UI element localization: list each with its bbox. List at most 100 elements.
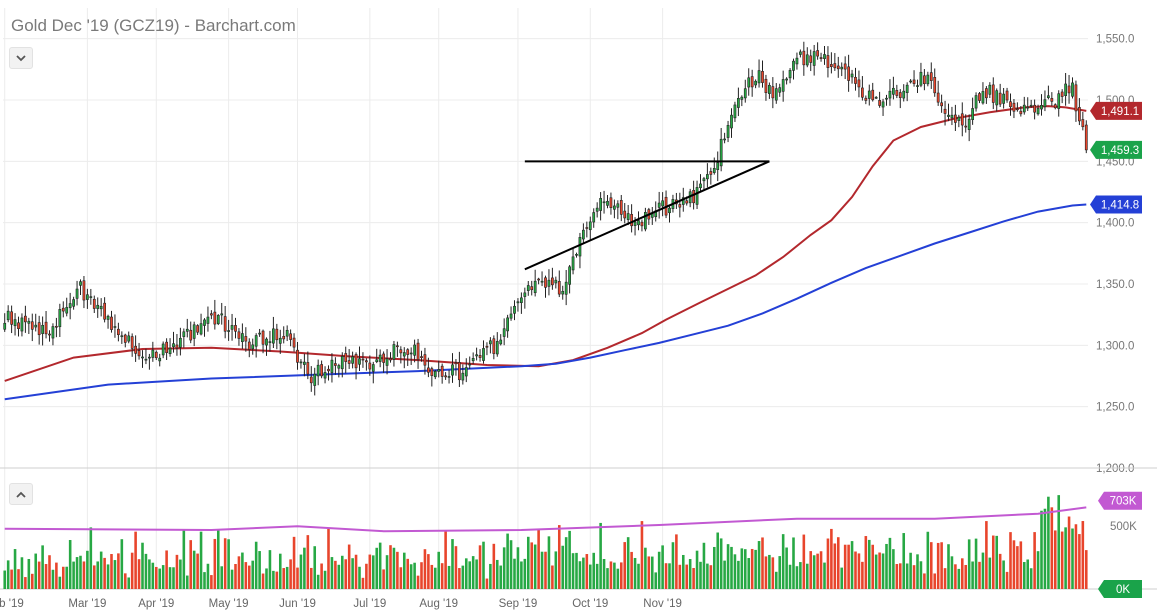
- candle: [292, 333, 296, 352]
- volume-bar: [475, 559, 478, 589]
- volume-bar: [82, 561, 86, 589]
- candle-body: [58, 309, 62, 328]
- candle: [936, 80, 940, 106]
- candle: [699, 174, 702, 192]
- volume-bar: [230, 569, 234, 589]
- candle: [251, 338, 255, 355]
- volume-bar: [799, 562, 802, 589]
- volume-bar: [61, 566, 65, 589]
- candle: [826, 46, 830, 78]
- volume-bar: [702, 542, 706, 589]
- volume-bar: [433, 567, 437, 589]
- candle: [843, 56, 847, 80]
- volume-bar: [389, 545, 392, 589]
- candle-body: [716, 162, 720, 170]
- candle: [117, 322, 120, 342]
- candle: [447, 370, 451, 384]
- candle-body: [1074, 84, 1078, 112]
- candle: [492, 335, 496, 360]
- candle-body: [464, 367, 468, 377]
- volume-bar: [637, 563, 640, 589]
- volume-bar: [1040, 510, 1043, 589]
- candle: [726, 120, 730, 143]
- candle-body: [616, 203, 620, 208]
- volume-bar: [485, 578, 489, 589]
- candle-body: [657, 202, 661, 208]
- candle-body: [385, 358, 389, 366]
- candle-body: [130, 336, 134, 349]
- candle-body: [740, 96, 744, 100]
- candle: [41, 316, 44, 346]
- volume-bar: [888, 537, 892, 589]
- candle: [206, 306, 210, 332]
- volume-panel-collapse-button[interactable]: [9, 483, 33, 505]
- candle: [520, 292, 523, 314]
- candle-body: [203, 319, 206, 326]
- volume-bar: [1078, 534, 1081, 589]
- candle-body: [754, 80, 757, 86]
- candle: [440, 363, 444, 384]
- volume-bar: [282, 568, 286, 589]
- volume-bar: [86, 550, 89, 589]
- candle: [995, 88, 999, 112]
- candle-body: [1036, 107, 1040, 115]
- candle: [175, 333, 179, 356]
- support-trendline: [524, 160, 770, 271]
- candle-body: [323, 372, 327, 379]
- candle-body: [995, 90, 999, 106]
- candle-body: [1012, 102, 1016, 112]
- candle-body: [885, 97, 888, 100]
- x-tick-label: Apr '19: [138, 598, 174, 610]
- candle: [526, 280, 530, 296]
- candle-body: [189, 329, 193, 341]
- candle-body: [509, 313, 513, 319]
- volume-bar: [454, 546, 458, 589]
- volume-bar: [940, 542, 943, 589]
- candle: [289, 329, 292, 347]
- candle-body: [37, 322, 41, 336]
- volume-bar: [633, 557, 637, 589]
- volume-bar: [640, 521, 644, 589]
- candle-body: [954, 114, 957, 123]
- candle-body: [330, 359, 334, 373]
- candle: [148, 353, 151, 370]
- candle: [819, 52, 823, 62]
- candle-body: [165, 341, 168, 353]
- volume-bar: [668, 563, 671, 589]
- volume-bar: [647, 556, 651, 589]
- candle: [864, 95, 868, 105]
- candle-body: [964, 125, 968, 128]
- candle: [344, 346, 348, 374]
- candle: [561, 285, 565, 300]
- candle-body: [895, 90, 899, 96]
- volume-bar: [947, 544, 950, 589]
- volume-bar: [447, 565, 451, 589]
- candle: [199, 313, 203, 336]
- candle-body: [468, 363, 472, 366]
- candle: [847, 54, 850, 92]
- volume-bar: [58, 576, 62, 589]
- volume-bar: [723, 560, 726, 589]
- volume-bar: [737, 560, 740, 589]
- candle: [1016, 102, 1019, 112]
- volume-bar: [123, 573, 127, 589]
- candle: [103, 297, 106, 323]
- candle-body: [396, 345, 399, 348]
- candle: [919, 62, 923, 88]
- x-tick-label: Aug '19: [419, 598, 458, 610]
- candle-body: [296, 349, 299, 363]
- candle-body: [712, 168, 716, 173]
- candle-body: [399, 349, 403, 354]
- volume-bar: [557, 525, 561, 589]
- candle: [406, 348, 410, 366]
- volume-bar: [582, 557, 585, 589]
- price-panel-collapse-button[interactable]: [9, 47, 33, 69]
- candle-body: [137, 350, 141, 357]
- candle: [141, 350, 144, 368]
- candle: [278, 329, 282, 354]
- candle: [967, 114, 971, 142]
- candle: [1067, 74, 1071, 104]
- candle: [151, 341, 155, 362]
- volume-bar: [616, 568, 620, 589]
- volume-bar: [158, 568, 162, 589]
